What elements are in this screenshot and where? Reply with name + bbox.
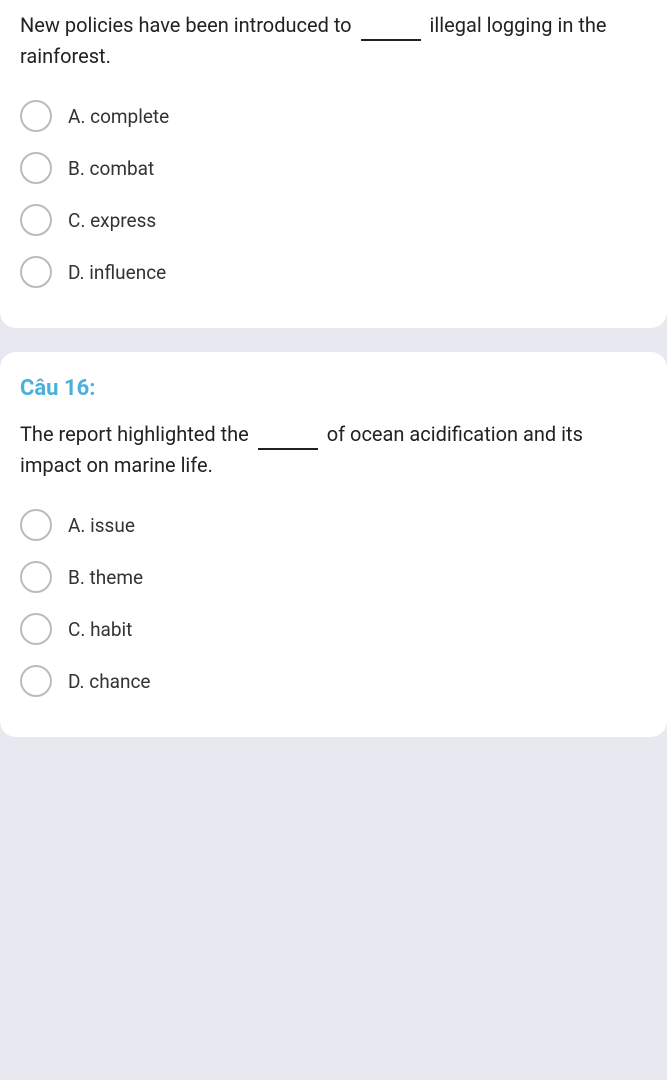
q15-option-d[interactable]: D. influence — [20, 256, 647, 288]
section-divider — [0, 340, 667, 352]
question-16-number: Câu 16: — [20, 376, 647, 401]
q16-option-c[interactable]: C. habit — [20, 613, 647, 645]
q16-label-c: C. habit — [68, 618, 132, 641]
q15-text-part1: New policies have been introduced to — [20, 13, 352, 37]
question-16-text: The report highlighted the of ocean acid… — [20, 417, 647, 481]
question-15-card: New policies have been introduced to ill… — [0, 0, 667, 328]
q16-radio-a[interactable] — [20, 509, 52, 541]
q15-label-d: D. influence — [68, 261, 166, 284]
q15-option-b[interactable]: B. combat — [20, 152, 647, 184]
q15-radio-c[interactable] — [20, 204, 52, 236]
q15-label-a: A. complete — [68, 105, 169, 128]
q15-option-c[interactable]: C. express — [20, 204, 647, 236]
q15-label-b: B. combat — [68, 157, 154, 180]
q15-radio-d[interactable] — [20, 256, 52, 288]
q16-option-a[interactable]: A. issue — [20, 509, 647, 541]
q15-radio-a[interactable] — [20, 100, 52, 132]
q16-text-part1: The report highlighted the — [20, 422, 249, 446]
q16-label-d: D. chance — [68, 670, 151, 693]
question-15-text: New policies have been introduced to ill… — [20, 8, 647, 72]
q15-option-a[interactable]: A. complete — [20, 100, 647, 132]
q16-blank — [258, 417, 318, 450]
q16-radio-b[interactable] — [20, 561, 52, 593]
question-16-card: Câu 16: The report highlighted the of oc… — [0, 352, 667, 737]
q15-options-list: A. complete B. combat C. express D. infl… — [20, 100, 647, 288]
q16-options-list: A. issue B. theme C. habit D. chance — [20, 509, 647, 697]
q16-option-d[interactable]: D. chance — [20, 665, 647, 697]
q16-radio-d[interactable] — [20, 665, 52, 697]
q16-option-b[interactable]: B. theme — [20, 561, 647, 593]
q15-radio-b[interactable] — [20, 152, 52, 184]
q15-blank — [361, 8, 421, 41]
q16-radio-c[interactable] — [20, 613, 52, 645]
q16-label-b: B. theme — [68, 566, 143, 589]
q15-label-c: C. express — [68, 209, 156, 232]
q16-label-a: A. issue — [68, 514, 135, 537]
